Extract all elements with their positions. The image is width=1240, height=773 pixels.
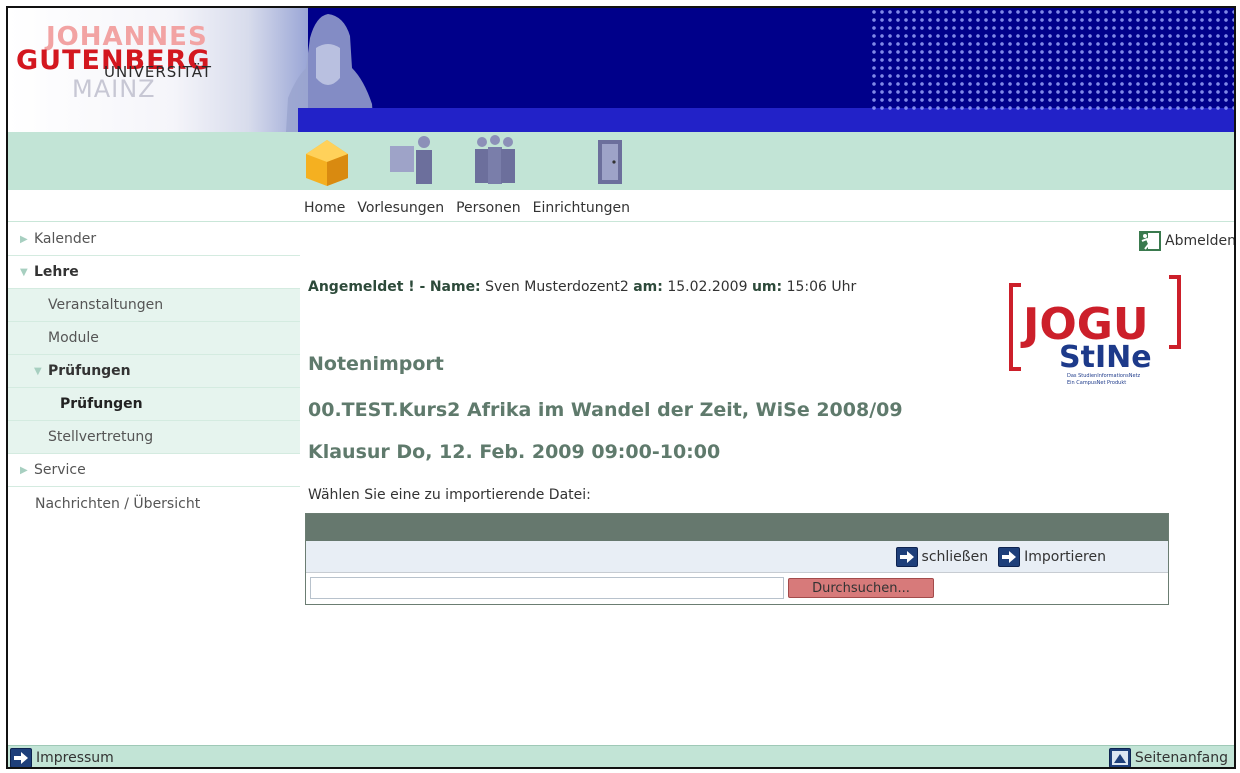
arrow-right-icon [895,546,918,567]
nav-institutions[interactable]: Einrichtungen [533,200,630,216]
sidebar-item-label: Lehre [34,264,79,280]
persons-icon[interactable] [472,132,518,188]
back-to-top-link[interactable]: Seitenanfang [1108,748,1228,767]
login-status: Angemeldet ! - Name: Sven Musterdozent2 … [308,279,856,295]
lectures-icon[interactable] [388,132,434,188]
triangle-down-icon: ▼ [34,365,42,377]
triangle-right-icon: ▶ [20,233,28,245]
stine-tagline-2: Ein CampusNet Produkt [1067,380,1126,386]
login-status-text: Angemeldet ! - [308,279,426,295]
import-label: Importieren [1024,548,1106,565]
university-logo[interactable]: JOHANNES GUTENBERG UNIVERSITÄT MAINZ [8,8,308,132]
panel-toolbar: schließen Importieren [306,541,1168,573]
nav-persons[interactable]: Personen [456,200,521,216]
sidebar-item-teaching[interactable]: ▼ Lehre [8,256,300,289]
close-label: schließen [921,548,989,565]
sidebar-item-substitution[interactable]: Stellvertretung [8,421,300,454]
sidebar-item-label: Prüfungen [48,363,131,379]
nav-home[interactable]: Home [304,200,345,216]
nav-lectures[interactable]: Vorlesungen [357,200,444,216]
sidebar-item-label: Prüfungen [60,396,143,412]
home-icon[interactable] [304,132,350,188]
choose-file-label: Wählen Sie eine zu importierende Datei: [308,487,591,503]
sidebar-item-label: Stellvertretung [48,429,154,445]
sidebar-item-service[interactable]: ▶ Service [8,454,300,487]
stine-tagline-1: Das StudienInformationsNetz [1067,373,1141,379]
login-date: 15.02.2009 [667,279,748,295]
sidebar-item-calendar[interactable]: ▶ Kalender [8,223,300,256]
footer: Impressum Seitenanfang [8,745,1234,767]
imprint-label: Impressum [36,750,114,766]
logo-mainz: MAINZ [72,75,156,103]
main-nav: Home Vorlesungen Personen Einrichtungen [304,200,630,216]
login-name-label: Name: [429,279,481,295]
sidebar-item-exams-sub[interactable]: Prüfungen [8,388,300,421]
file-path-input[interactable] [310,577,784,599]
file-row: Durchsuchen... [306,573,1168,604]
banner-dot-pattern [870,8,1234,112]
login-date-label: am: [633,279,663,295]
header-banner: JOHANNES GUTENBERG UNIVERSITÄT MAINZ [8,8,1234,132]
stine-text: StINe [1059,340,1152,375]
sidebar-item-label: Service [34,462,86,478]
institutions-icon[interactable] [588,132,634,188]
browse-button[interactable]: Durchsuchen... [788,578,934,598]
nav-icon-bar [8,132,1234,190]
arrow-up-icon [1108,748,1131,767]
jogu-stine-logo: JOGU StINe Das StudienInformationsNetz E… [1009,275,1181,386]
sidebar-item-modules[interactable]: Module [8,322,300,355]
panel-header [306,514,1168,541]
page-title: Notenimport [308,353,444,375]
imprint-link[interactable]: Impressum [10,748,114,767]
triangle-right-icon: ▶ [20,464,28,476]
logout-label: Abmelden [1165,233,1236,249]
main-content: Abmelden Angemeldet ! - Name: Sven Muste… [305,223,1234,743]
arrow-right-icon [998,546,1021,567]
exam-title: Klausur Do, 12. Feb. 2009 09:00-10:00 [308,441,721,463]
sidebar: ▶ Kalender ▼ Lehre Veranstaltungen Modul… [8,223,300,520]
sidebar-item-messages[interactable]: Nachrichten / Übersicht [8,487,300,520]
sidebar-item-label: Kalender [34,231,97,247]
login-time: 15:06 Uhr [786,279,857,295]
import-button[interactable]: Importieren [998,546,1106,567]
logout-icon [1139,231,1162,251]
app-window: JOHANNES GUTENBERG UNIVERSITÄT MAINZ Hom… [6,6,1236,769]
sidebar-item-label: Veranstaltungen [48,297,164,313]
back-to-top-label: Seitenanfang [1134,750,1228,766]
sidebar-item-label: Module [48,330,99,346]
close-button[interactable]: schließen [895,546,989,567]
logout-link[interactable]: Abmelden [1139,231,1236,251]
sidebar-item-label: Nachrichten / Übersicht [35,495,201,512]
sidebar-item-exams[interactable]: ▼ Prüfungen [8,355,300,388]
login-name: Sven Musterdozent2 [485,279,629,295]
arrow-right-icon [10,748,32,767]
course-title: 00.TEST.Kurs2 Afrika im Wandel der Zeit,… [308,399,903,421]
sidebar-item-courses[interactable]: Veranstaltungen [8,289,300,322]
login-time-label: um: [751,279,783,295]
import-panel: schließen Importieren Durchsuchen... [305,513,1169,605]
nav-text-row: Home Vorlesungen Personen Einrichtungen [8,190,1234,222]
triangle-down-icon: ▼ [20,266,28,278]
